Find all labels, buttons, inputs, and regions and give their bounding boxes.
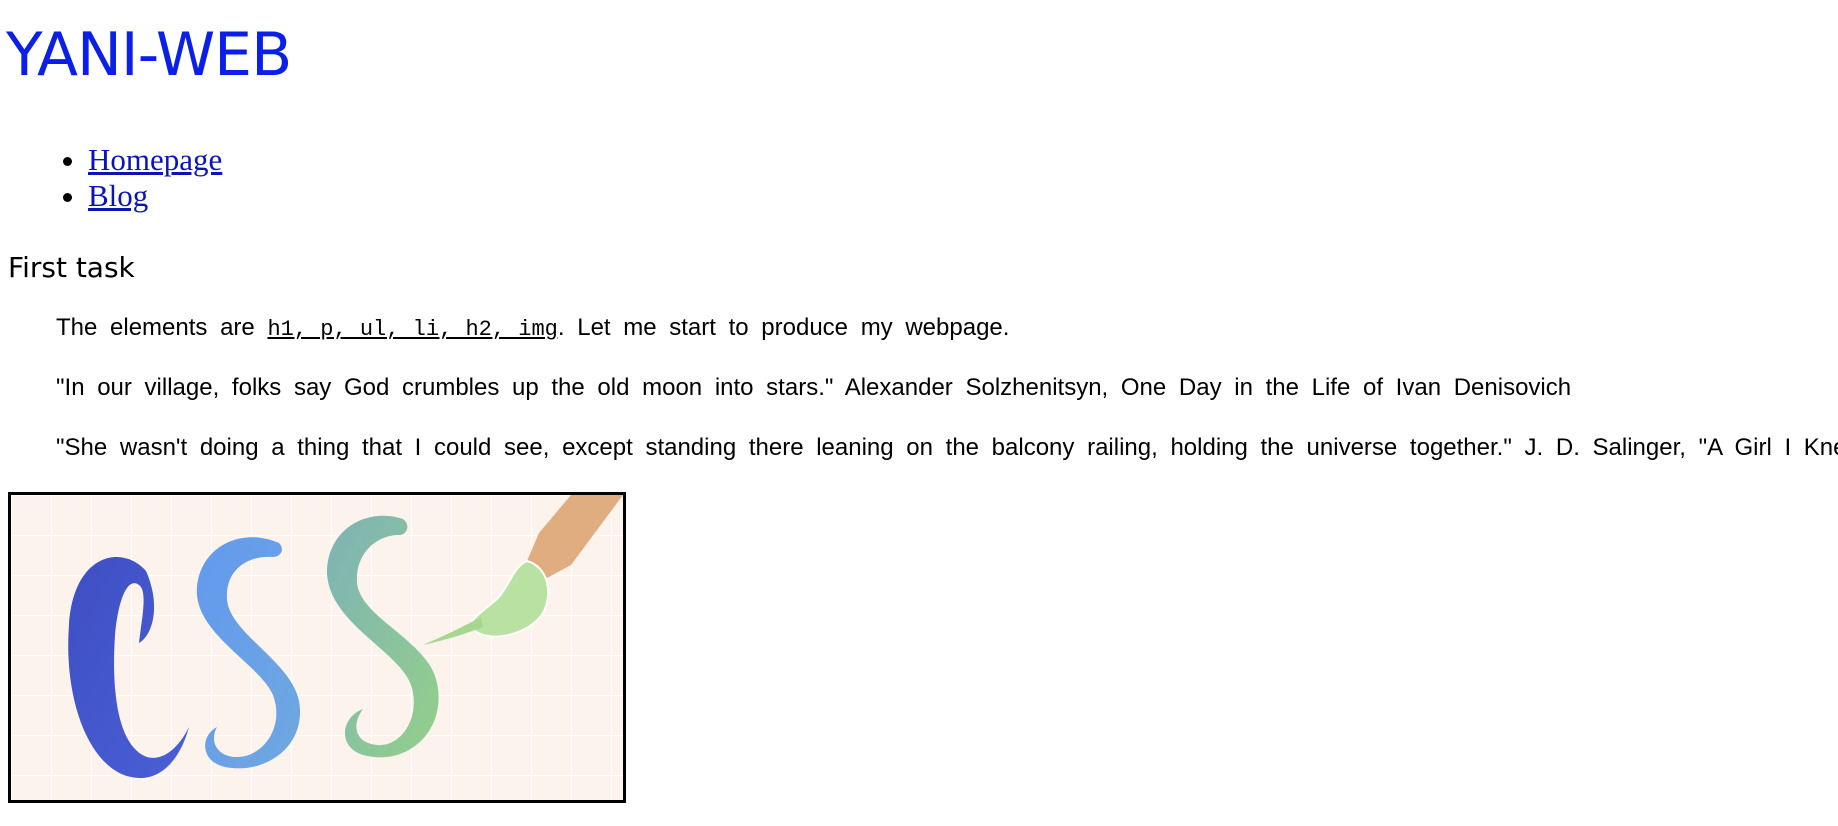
elements-outro-text: . Let me start to produce my webpage. — [557, 314, 1010, 341]
elements-intro-text: The elements are — [56, 314, 268, 341]
css-logo-image — [8, 492, 626, 803]
nav-item-homepage: Homepage — [88, 142, 222, 178]
css-paintbrush-logo — [11, 495, 623, 800]
nav-list: Homepage Blog — [0, 142, 222, 214]
nav-item-blog: Blog — [88, 178, 222, 214]
quote-salinger: "She wasn't doing a thing that I could s… — [56, 434, 1838, 461]
section-heading: First task — [8, 251, 135, 284]
homepage-link[interactable]: Homepage — [88, 142, 222, 177]
blog-link[interactable]: Blog — [88, 178, 148, 213]
site-title: YANI-WEB — [6, 20, 292, 90]
elements-paragraph: The elements are h1, p, ul, li, h2, img.… — [56, 313, 1009, 345]
elements-code: h1, p, ul, li, h2, img — [267, 317, 558, 342]
quote-solzhenitsyn: "In our village, folks say God crumbles … — [56, 374, 1572, 401]
